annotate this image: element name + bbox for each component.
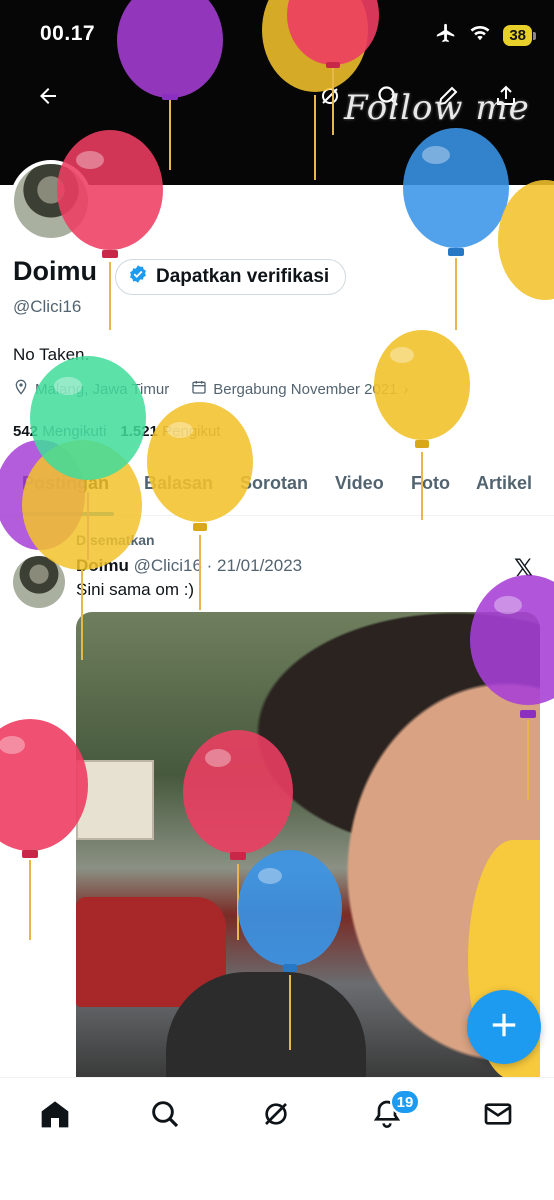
plus-icon xyxy=(489,1010,519,1045)
balloon-yellow-right-edge xyxy=(498,180,554,300)
profile-avatar[interactable] xyxy=(10,160,92,242)
tweet-header: Doimu @Clici16 · 21/01/2023 xyxy=(76,556,302,576)
tweet-photo[interactable] xyxy=(76,612,540,1078)
banner-text: Follow me xyxy=(344,88,530,128)
search-icon xyxy=(149,1098,181,1135)
tweet-date: 21/01/2023 xyxy=(217,556,303,575)
profile-name: Doimu xyxy=(13,256,97,286)
tweet-handle: @Clici16 xyxy=(133,556,202,575)
wifi-icon xyxy=(469,24,491,47)
photo-sign xyxy=(76,760,154,840)
profile-handle: @Clici16 xyxy=(13,297,82,316)
profile-stats: 542 Mengikuti 1.521 Pengikut xyxy=(13,423,221,440)
active-tab-indicator xyxy=(22,512,114,516)
tab-artikel[interactable]: Artikel xyxy=(476,473,532,494)
tab-sorotan[interactable]: Sorotan xyxy=(240,473,308,494)
grok-icon xyxy=(318,84,342,113)
profile-bio: No Taken. xyxy=(13,345,90,364)
following-link[interactable]: 542 Mengikuti xyxy=(13,423,106,440)
profile-meta: Malang, Jawa Timur Bergabung November 20… xyxy=(13,379,409,399)
followers-label: Pengikut xyxy=(162,423,221,440)
photo-hoodie xyxy=(166,972,366,1078)
status-icons: 38 xyxy=(435,22,536,49)
chevron-right-icon[interactable]: › xyxy=(404,381,409,398)
tweet-separator: · xyxy=(206,556,218,575)
envelope-icon xyxy=(482,1098,514,1135)
balloon-red-bottom-left xyxy=(0,719,88,940)
back-button[interactable] xyxy=(28,78,68,118)
following-count: 542 xyxy=(13,423,39,440)
tweet-text: Sini sama om :) xyxy=(76,580,195,599)
location-pin-icon xyxy=(13,379,29,399)
tab-video[interactable]: Video xyxy=(335,473,384,494)
grok-icon xyxy=(260,1098,292,1135)
home-icon xyxy=(39,1098,71,1135)
compose-post-button[interactable] xyxy=(467,990,541,1064)
profile-banner[interactable]: 00.17 38 Follow me xyxy=(0,0,554,185)
tab-postingan[interactable]: Postingan xyxy=(22,473,109,494)
bottom-navigation: 19 xyxy=(0,1077,554,1200)
tweet-avatar[interactable] xyxy=(13,556,65,608)
notification-badge: 19 xyxy=(390,1089,420,1115)
profile-location: Malang, Jawa Timur xyxy=(35,380,170,398)
arrow-left-icon xyxy=(36,84,60,113)
status-time: 00.17 xyxy=(40,22,96,45)
nav-search[interactable] xyxy=(145,1096,185,1136)
nav-home[interactable] xyxy=(35,1096,75,1136)
pinned-label: Disematkan xyxy=(76,532,155,548)
tab-balasan[interactable]: Balasan xyxy=(144,473,213,494)
get-verified-button[interactable]: Dapatkan verifikasi xyxy=(115,259,347,295)
nav-messages[interactable] xyxy=(478,1096,518,1136)
calendar-icon xyxy=(191,379,207,399)
followers-count: 1.521 xyxy=(120,423,158,440)
x-logo-icon: 𝕏 xyxy=(514,555,534,582)
profile-joined: Bergabung November 2021 xyxy=(213,380,398,398)
get-verified-label: Dapatkan verifikasi xyxy=(156,266,330,287)
profile-tabs: Postingan Balasan Sorotan Video Foto Art… xyxy=(0,462,554,516)
battery-indicator: 38 xyxy=(503,25,536,46)
tab-foto[interactable]: Foto xyxy=(411,473,450,494)
following-label: Mengikuti xyxy=(42,423,107,440)
tweet-author[interactable]: Doimu xyxy=(76,556,129,575)
nav-grok[interactable] xyxy=(256,1096,296,1136)
followers-link[interactable]: 1.521 Pengikut xyxy=(120,423,220,440)
verified-badge-icon xyxy=(128,264,148,290)
airplane-icon xyxy=(435,22,457,49)
